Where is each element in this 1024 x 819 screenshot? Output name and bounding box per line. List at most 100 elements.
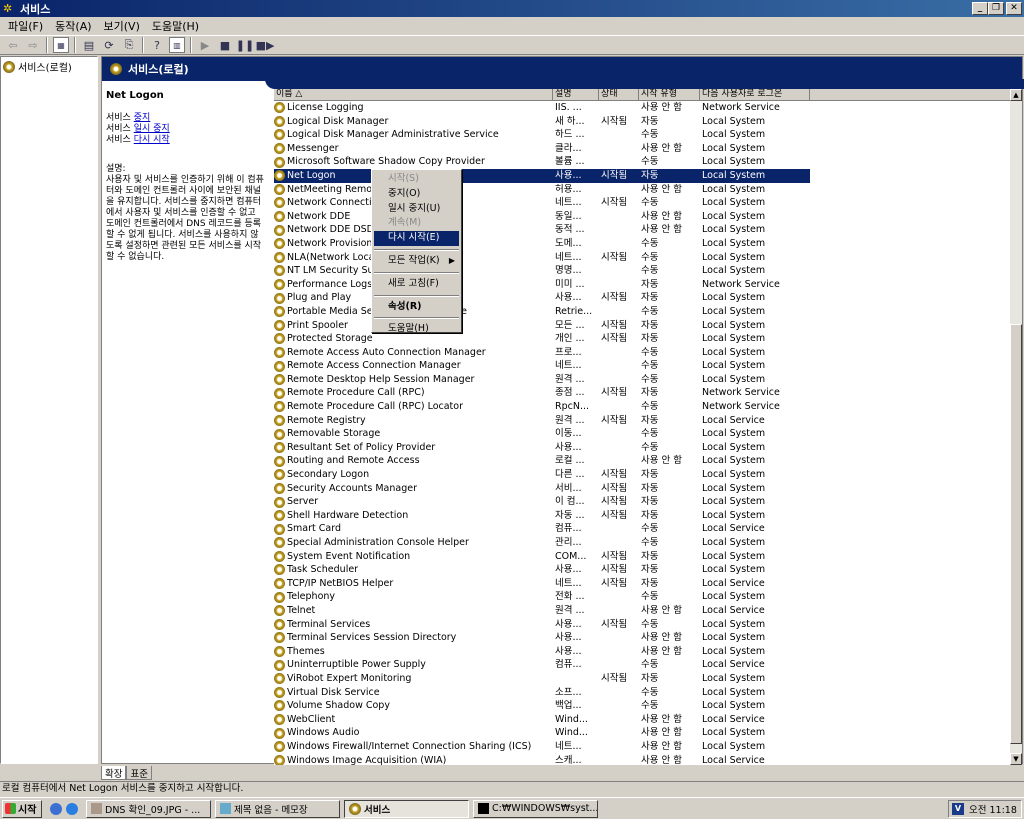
table-row[interactable]: Uninterruptible Power Supply 컴퓨... 수동 Local… (274, 658, 810, 672)
table-row[interactable]: Remote Procedure Call (RPC) 종점 ... 시작됨 자동 Ne… (274, 386, 810, 400)
table-row[interactable]: Virtual Disk Service 소프... 수동 Local System (274, 686, 810, 700)
show-desktop-icon[interactable] (50, 802, 62, 815)
table-row[interactable]: Themes 사용... 사용 안 함 Local System (274, 645, 810, 659)
table-row[interactable]: Network DDE DSDM 동적 ... 사용 안 함 Local System (274, 223, 810, 237)
scroll-thumb[interactable] (1010, 324, 1022, 744)
column-header-log-on-as[interactable]: 다음 사용자로 로그온 (700, 89, 810, 101)
table-row[interactable]: Routing and Remote Access 로컬 ... 사용 안 함 Loc… (274, 454, 810, 468)
table-row[interactable]: Volume Shadow Copy 백업... 수동 Local System (274, 699, 810, 713)
table-row[interactable]: NT LM Security Support Provider 명명... 수동 Lo… (274, 264, 810, 278)
context-menu-item[interactable]: 시작(S) (374, 172, 459, 187)
table-row[interactable]: Server 이 컴... 시작됨 자동 Local System (274, 495, 810, 509)
table-row[interactable]: Portable Media Serial Number ServiceRetr… (274, 305, 810, 319)
table-row[interactable]: Windows Audio Wind... 사용 안 함 Local System (274, 726, 810, 740)
table-row[interactable]: Resultant Set of Policy Provider 사용... 수동 L… (274, 441, 810, 455)
back-arrow-icon[interactable]: ⇦ (5, 37, 21, 53)
context-menu-item[interactable]: 계속(M) (374, 216, 459, 231)
table-row[interactable]: Terminal Services Session Directory 사용...… (274, 631, 810, 645)
table-row[interactable]: Smart Card 컴퓨... 수동 Local Service (274, 522, 810, 536)
pause-service-icon[interactable]: ❚❚ (236, 37, 254, 53)
vertical-scrollbar[interactable]: ▲ ▼ (1010, 89, 1022, 765)
table-row[interactable]: Terminal Services 사용... 시작됨 수동 Local System (274, 618, 810, 632)
table-row[interactable]: Remote Registry 원격 ... 시작됨 자동 Local Service (274, 414, 810, 428)
properties-icon[interactable]: ▤ (81, 37, 97, 53)
restore-icon[interactable]: ❐ (988, 2, 1004, 15)
table-row[interactable]: Plug and Play 사용... 시작됨 자동 Local System (274, 291, 810, 305)
table-row[interactable]: Telnet 원격 ... 사용 안 함 Local Service (274, 604, 810, 618)
table-row[interactable]: Logical Disk Manager Administrative Serv… (274, 128, 810, 142)
menu-file[interactable]: 파일(F) (2, 18, 49, 34)
stop-link[interactable]: 중지 (134, 113, 151, 123)
table-row[interactable]: NetMeeting Remote Desktop Sharing허용...사용… (274, 183, 810, 197)
taskbar-button-cmd[interactable]: C:₩WINDOWS₩syst... (473, 799, 598, 818)
table-row[interactable]: Remote Access Auto Connection Manager 프로.… (274, 346, 810, 360)
column-header-startup-type[interactable]: 시작 유형 (639, 89, 700, 101)
table-row[interactable]: License Logging IIS. ... 사용 안 함 Network Ser… (274, 101, 810, 115)
help-icon[interactable]: ? (149, 37, 165, 53)
table-row[interactable]: Print Spooler 모든 ... 시작됨 자동 Local System (274, 319, 810, 333)
table-row[interactable]: ViRobot Expert Monitoring 시작됨 자동 Local Syst… (274, 672, 810, 686)
table-row[interactable]: Performance Logs and Alerts 미미 ... 자동 Netwo… (274, 278, 810, 292)
context-menu-item[interactable]: 새로 고침(F) (374, 277, 459, 292)
export-list-icon[interactable]: ⎘ (121, 37, 137, 53)
context-menu-item[interactable]: 도움말(H) (374, 322, 459, 337)
scroll-down-icon[interactable]: ▼ (1010, 753, 1022, 765)
table-row[interactable]: Removable Storage 이동... 수동 Local System (274, 427, 810, 441)
context-menu-item[interactable]: 일시 중지(U) (374, 202, 459, 217)
stop-service-icon[interactable]: ■ (217, 37, 233, 53)
table-row[interactable]: Remote Procedure Call (RPC) Locator RpcN.… (274, 400, 810, 414)
table-row[interactable]: Telephony 전화 ... 수동 Local System (274, 590, 810, 604)
taskbar-button-notepad[interactable]: 제목 없음 - 메모장 (215, 799, 340, 818)
restart-link[interactable]: 다시 시작 (134, 135, 170, 145)
minimize-icon[interactable]: _ (972, 2, 988, 15)
table-row[interactable]: Net Logon 사용... 시작됨 자동 Local System (274, 168, 810, 183)
console-icon[interactable]: ▥ (169, 37, 185, 53)
tree-item-services-local[interactable]: 서비스(로컬) (3, 59, 72, 74)
context-menu-item[interactable]: 모든 작업(K) ▶ (374, 254, 459, 269)
table-row[interactable]: Special Administration Console Helper 관리.… (274, 536, 810, 550)
menu-view[interactable]: 보기(V) (98, 18, 146, 34)
table-row[interactable]: Remote Access Connection Manager 네트... 수동 L… (274, 359, 810, 373)
table-row[interactable]: Network DDE 동일... 사용 안 함 Local System (274, 210, 810, 224)
column-header-name[interactable]: 이름 △ (274, 89, 553, 101)
taskbar-button-services[interactable]: 서비스 (344, 799, 469, 818)
column-header-status[interactable]: 상태 (599, 89, 639, 101)
table-row[interactable]: Logical Disk Manager 새 하... 시작됨 자동 Local Sys… (274, 115, 810, 129)
table-row[interactable]: Windows Image Acquisition (WIA) 스캐... 사용 안… (274, 754, 810, 765)
close-icon[interactable]: ✕ (1006, 2, 1022, 15)
table-row[interactable]: NLA(Network Location Awareness) 네트... 시작됨 수… (274, 251, 810, 265)
table-row[interactable]: WebClient Wind... 사용 안 함 Local Service (274, 713, 810, 727)
table-row[interactable]: Network Connections 네트... 시작됨 수동 Local Syste… (274, 196, 810, 210)
start-button[interactable]: 시작 (2, 799, 42, 818)
title-bar[interactable]: ✲ 서비스 _ ❐ ✕ (0, 0, 1024, 17)
table-row[interactable]: Secondary Logon 다른 ... 시작됨 자동 Local System (274, 468, 810, 482)
clock[interactable]: 오전 11:18 (969, 802, 1017, 816)
table-row[interactable]: Protected Storage 개인 ... 시작됨 자동 Local System (274, 332, 810, 346)
context-menu-item[interactable]: 속성(R) (374, 300, 459, 315)
table-row[interactable]: Remote Desktop Help Session Manager 원격 ..… (274, 373, 810, 387)
table-row[interactable]: System Event Notification COM... 시작됨 자동 Loca… (274, 550, 810, 564)
table-row[interactable]: Network Provisioning Service 도메... 수동 Local… (274, 237, 810, 251)
table-row[interactable]: TCP/IP NetBIOS Helper 네트... 시작됨 자동 Local Ser… (274, 577, 810, 591)
start-service-icon[interactable]: ▶ (197, 37, 213, 53)
table-row[interactable]: Windows Firewall/Internet Connection Sha… (274, 740, 810, 754)
tab-standard[interactable]: 표준 (126, 766, 152, 780)
pause-link[interactable]: 일시 중지 (134, 124, 170, 134)
tab-extended[interactable]: 확장 (101, 766, 127, 780)
internet-explorer-icon[interactable] (66, 802, 78, 815)
menu-help[interactable]: 도움말(H) (146, 18, 205, 34)
table-row[interactable]: Task Scheduler 사용... 시작됨 자동 Local System (274, 563, 810, 577)
restart-service-icon[interactable]: ■▶ (256, 37, 275, 53)
forward-arrow-icon[interactable]: ⇨ (25, 37, 41, 53)
table-row[interactable]: Shell Hardware Detection 자동 ... 시작됨 자동 Local… (274, 509, 810, 523)
antivirus-tray-icon[interactable]: V (952, 803, 964, 815)
context-menu-item[interactable]: 다시 시작(E) (374, 231, 459, 246)
refresh-icon[interactable]: ⟳ (101, 37, 117, 53)
taskbar-button-image[interactable]: DNS 확인_09.JPG - ... (86, 799, 211, 818)
table-row[interactable]: Messenger 클라... 사용 안 함 Local System (274, 142, 810, 156)
context-menu-item[interactable]: 중지(O) (374, 187, 459, 202)
table-row[interactable]: Security Accounts Manager 서비... 시작됨 자동 Local… (274, 482, 810, 496)
show-tree-icon[interactable]: ▦ (53, 37, 69, 53)
table-row[interactable]: Microsoft Software Shadow Copy Provider 볼… (274, 155, 810, 169)
column-header-description[interactable]: 설명 (553, 89, 599, 101)
